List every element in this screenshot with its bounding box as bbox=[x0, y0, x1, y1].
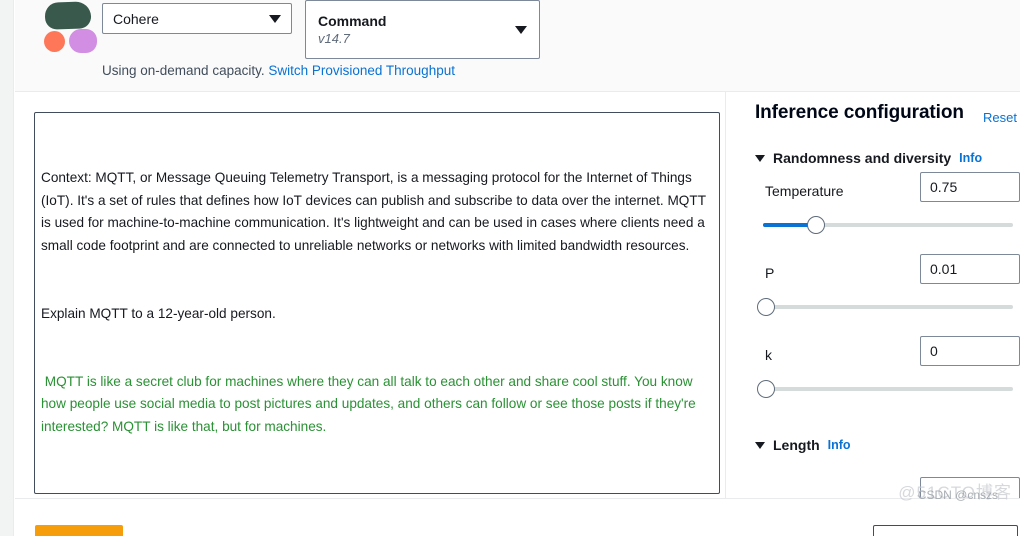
capacity-note: Using on-demand capacity. Switch Provisi… bbox=[102, 63, 455, 78]
section-label-length: Length bbox=[773, 437, 820, 453]
info-link-randomness[interactable]: Info bbox=[959, 151, 982, 165]
model-version-label: v14.7 bbox=[318, 31, 350, 46]
k-slider[interactable] bbox=[756, 380, 1013, 398]
bedrock-playground-screen: Cohere Command v14.7 Using on-demand cap… bbox=[0, 0, 1020, 536]
chevron-down-icon bbox=[515, 25, 527, 34]
model-select[interactable]: Command v14.7 bbox=[305, 0, 540, 59]
p-label: P bbox=[765, 265, 775, 281]
provider-select[interactable]: Cohere bbox=[102, 3, 292, 34]
spacer-line-1 bbox=[41, 484, 709, 494]
p-input[interactable]: 0.01 bbox=[920, 254, 1020, 284]
cohere-logo-icon bbox=[36, 1, 97, 53]
k-input[interactable]: 0 bbox=[920, 336, 1020, 366]
provider-select-value: Cohere bbox=[113, 10, 159, 27]
generated-paragraph-1: MQTT is like a secret club for machines … bbox=[41, 373, 700, 434]
temperature-value: 0.75 bbox=[930, 179, 958, 195]
temperature-label: Temperature bbox=[765, 183, 844, 199]
inference-configuration-panel: Inference configuration Reset Randomness… bbox=[740, 92, 1020, 507]
reset-link[interactable]: Reset bbox=[983, 110, 1017, 125]
logo-shape-orange bbox=[44, 31, 65, 52]
inference-config-title: Inference configuration bbox=[755, 102, 964, 123]
prompt-textarea[interactable]: Context: MQTT, or Message Queuing Teleme… bbox=[34, 112, 720, 494]
k-value: 0 bbox=[930, 343, 938, 359]
chevron-down-icon bbox=[269, 14, 281, 23]
triangle-down-icon bbox=[755, 154, 765, 162]
panel-divider bbox=[725, 92, 726, 498]
temperature-slider[interactable] bbox=[763, 216, 1013, 234]
run-button[interactable] bbox=[35, 525, 123, 536]
info-link-length[interactable]: Info bbox=[828, 438, 851, 452]
playground-main: Context: MQTT, or Message Queuing Teleme… bbox=[15, 92, 1020, 507]
playground-footer bbox=[15, 498, 1020, 536]
logo-shape-purple bbox=[69, 29, 97, 53]
section-randomness-and-diversity[interactable]: Randomness and diversity Info bbox=[755, 150, 982, 166]
p-slider[interactable] bbox=[756, 298, 1013, 316]
switch-provisioned-throughput-link[interactable]: Switch Provisioned Throughput bbox=[268, 63, 455, 78]
left-nav-rail[interactable] bbox=[0, 0, 14, 536]
temperature-input[interactable]: 0.75 bbox=[920, 172, 1020, 202]
capacity-note-text: Using on-demand capacity. bbox=[102, 63, 265, 78]
temperature-slider-thumb[interactable] bbox=[806, 216, 825, 234]
k-slider-track bbox=[763, 387, 1013, 391]
p-value: 0.01 bbox=[930, 261, 958, 277]
prompt-context-paragraph: Context: MQTT, or Message Queuing Teleme… bbox=[41, 170, 710, 253]
prompt-question-line: Explain MQTT to a 12-year-old person. bbox=[41, 305, 276, 321]
model-name-label: Command bbox=[318, 13, 387, 29]
section-label-randomness: Randomness and diversity bbox=[773, 150, 952, 166]
model-select-text: Command v14.7 bbox=[318, 13, 509, 46]
prompt-text-content: Context: MQTT, or Message Queuing Teleme… bbox=[41, 122, 710, 494]
k-label: k bbox=[765, 347, 772, 363]
section-length[interactable]: Length Info bbox=[755, 437, 851, 453]
footer-input-partial[interactable] bbox=[873, 525, 1018, 536]
k-slider-thumb[interactable] bbox=[756, 380, 775, 398]
triangle-down-icon bbox=[755, 441, 765, 449]
model-selection-header: Cohere Command v14.7 Using on-demand cap… bbox=[15, 0, 1020, 92]
p-slider-thumb[interactable] bbox=[756, 298, 775, 316]
logo-shape-green bbox=[44, 1, 92, 30]
p-slider-track bbox=[763, 305, 1013, 309]
